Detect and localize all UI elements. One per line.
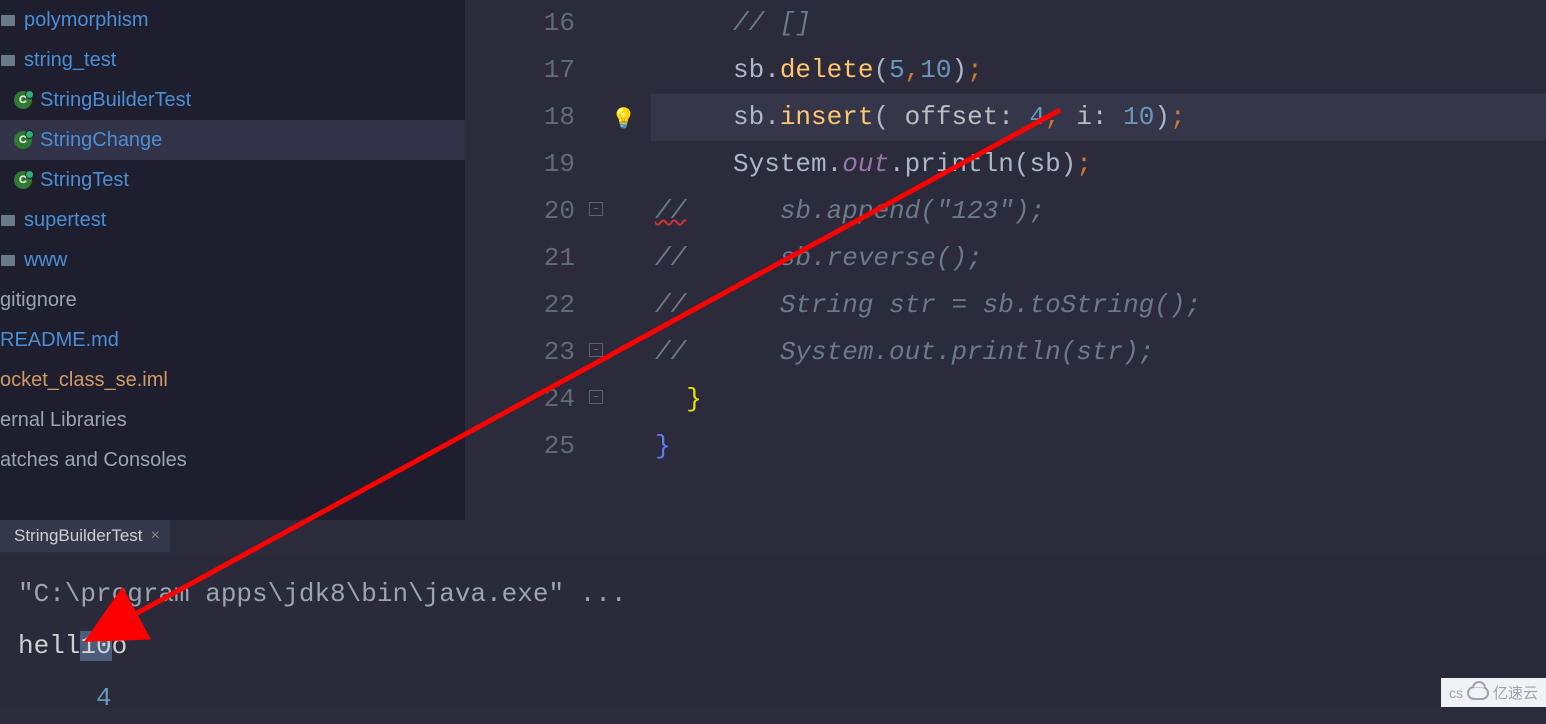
tree-item-external-libraries[interactable]: ernal Libraries <box>0 400 465 440</box>
line-number: 18 <box>465 94 575 141</box>
line-number: 19 <box>465 141 575 188</box>
line-number: 23 <box>465 329 575 376</box>
tree-item-label: gitignore <box>0 289 77 312</box>
watermark-cs: cs <box>1449 685 1463 701</box>
console-output[interactable]: "C:\program apps\jdk8\bin\java.exe" ... … <box>0 556 1546 707</box>
tree-item-label: supertest <box>24 209 106 232</box>
tree-item-label: StringTest <box>40 169 129 192</box>
tree-item-gitignore[interactable]: gitignore <box>0 280 465 320</box>
folder-icon <box>0 52 16 68</box>
line-number: 25 <box>465 423 575 470</box>
gutter-icon-strip: 💡 – – – <box>595 0 651 520</box>
tree-item-label: polymorphism <box>24 9 148 32</box>
lightbulb-icon[interactable]: 💡 <box>611 106 629 124</box>
tree-item-polymorphism[interactable]: polymorphism <box>0 0 465 40</box>
close-icon[interactable]: × <box>151 527 160 545</box>
tree-item-label: StringBuilderTest <box>40 89 191 112</box>
class-icon: C <box>14 171 32 189</box>
line-number: 22 <box>465 282 575 329</box>
code-area[interactable]: // [] sb.delete(5,10); sb.insert( offset… <box>651 0 1546 520</box>
tree-item-label: string_test <box>24 49 116 72</box>
console-output-line: hell10o <box>18 620 1528 672</box>
code-editor[interactable]: 16 17 18 19 20 21 22 23 24 25 💡 – – – //… <box>465 0 1546 520</box>
watermark: cs 亿速云 <box>1441 678 1546 707</box>
class-icon: C <box>14 131 32 149</box>
code-line[interactable]: // sb.reverse(); <box>651 235 1546 282</box>
code-line[interactable]: // String str = sb.toString(); <box>651 282 1546 329</box>
code-line[interactable]: // System.out.println(str); <box>651 329 1546 376</box>
folder-icon <box>0 12 16 28</box>
tree-item-supertest[interactable]: supertest <box>0 200 465 240</box>
tree-item-string-test[interactable]: string_test <box>0 40 465 80</box>
line-number: 17 <box>465 47 575 94</box>
tree-item-www[interactable]: www <box>0 240 465 280</box>
tree-item-stringbuildertest[interactable]: C StringBuilderTest <box>0 80 465 120</box>
code-line[interactable]: // sb.append("123"); <box>651 188 1546 235</box>
watermark-brand: 亿速云 <box>1493 682 1538 703</box>
tree-item-label: atches and Consoles <box>0 449 187 472</box>
code-line-active[interactable]: sb.insert( offset: 4, i: 10); <box>651 94 1546 141</box>
line-number: 21 <box>465 235 575 282</box>
run-tab-bar: StringBuilderTest × <box>0 520 1546 552</box>
fold-handle-icon[interactable]: – <box>589 343 603 357</box>
tree-item-iml[interactable]: ocket_class_se.iml <box>0 360 465 400</box>
project-tree: polymorphism string_test C StringBuilder… <box>0 0 465 520</box>
tree-item-readme[interactable]: README.md <box>0 320 465 360</box>
code-line[interactable]: } <box>651 423 1546 470</box>
run-tab-label: StringBuilderTest <box>14 526 143 546</box>
line-number: 24 <box>465 376 575 423</box>
cloud-icon <box>1467 686 1489 700</box>
fold-handle-icon[interactable]: – <box>589 390 603 404</box>
tree-item-label: ernal Libraries <box>0 409 127 432</box>
console-index: 4 <box>18 672 1528 724</box>
code-line[interactable]: // [] <box>651 0 1546 47</box>
tree-item-label: ocket_class_se.iml <box>0 369 168 392</box>
class-icon: C <box>14 91 32 109</box>
fold-handle-icon[interactable]: – <box>589 202 603 216</box>
code-line[interactable]: sb.delete(5,10); <box>651 47 1546 94</box>
tree-item-label: README.md <box>0 329 119 352</box>
folder-icon <box>0 212 16 228</box>
line-number: 16 <box>465 0 575 47</box>
tree-item-stringtest[interactable]: C StringTest <box>0 160 465 200</box>
tree-item-label: www <box>24 249 67 272</box>
line-number: 20 <box>465 188 575 235</box>
tree-item-scratches[interactable]: atches and Consoles <box>0 440 465 480</box>
code-line[interactable]: } <box>651 376 1546 423</box>
code-line[interactable]: System.out.println(sb); <box>651 141 1546 188</box>
folder-icon <box>0 252 16 268</box>
run-tab[interactable]: StringBuilderTest × <box>0 520 170 552</box>
tree-item-label: StringChange <box>40 129 162 152</box>
tree-item-stringchange[interactable]: C StringChange <box>0 120 465 160</box>
console-command: "C:\program apps\jdk8\bin\java.exe" ... <box>18 568 1528 620</box>
line-number-gutter: 16 17 18 19 20 21 22 23 24 25 <box>465 0 595 520</box>
